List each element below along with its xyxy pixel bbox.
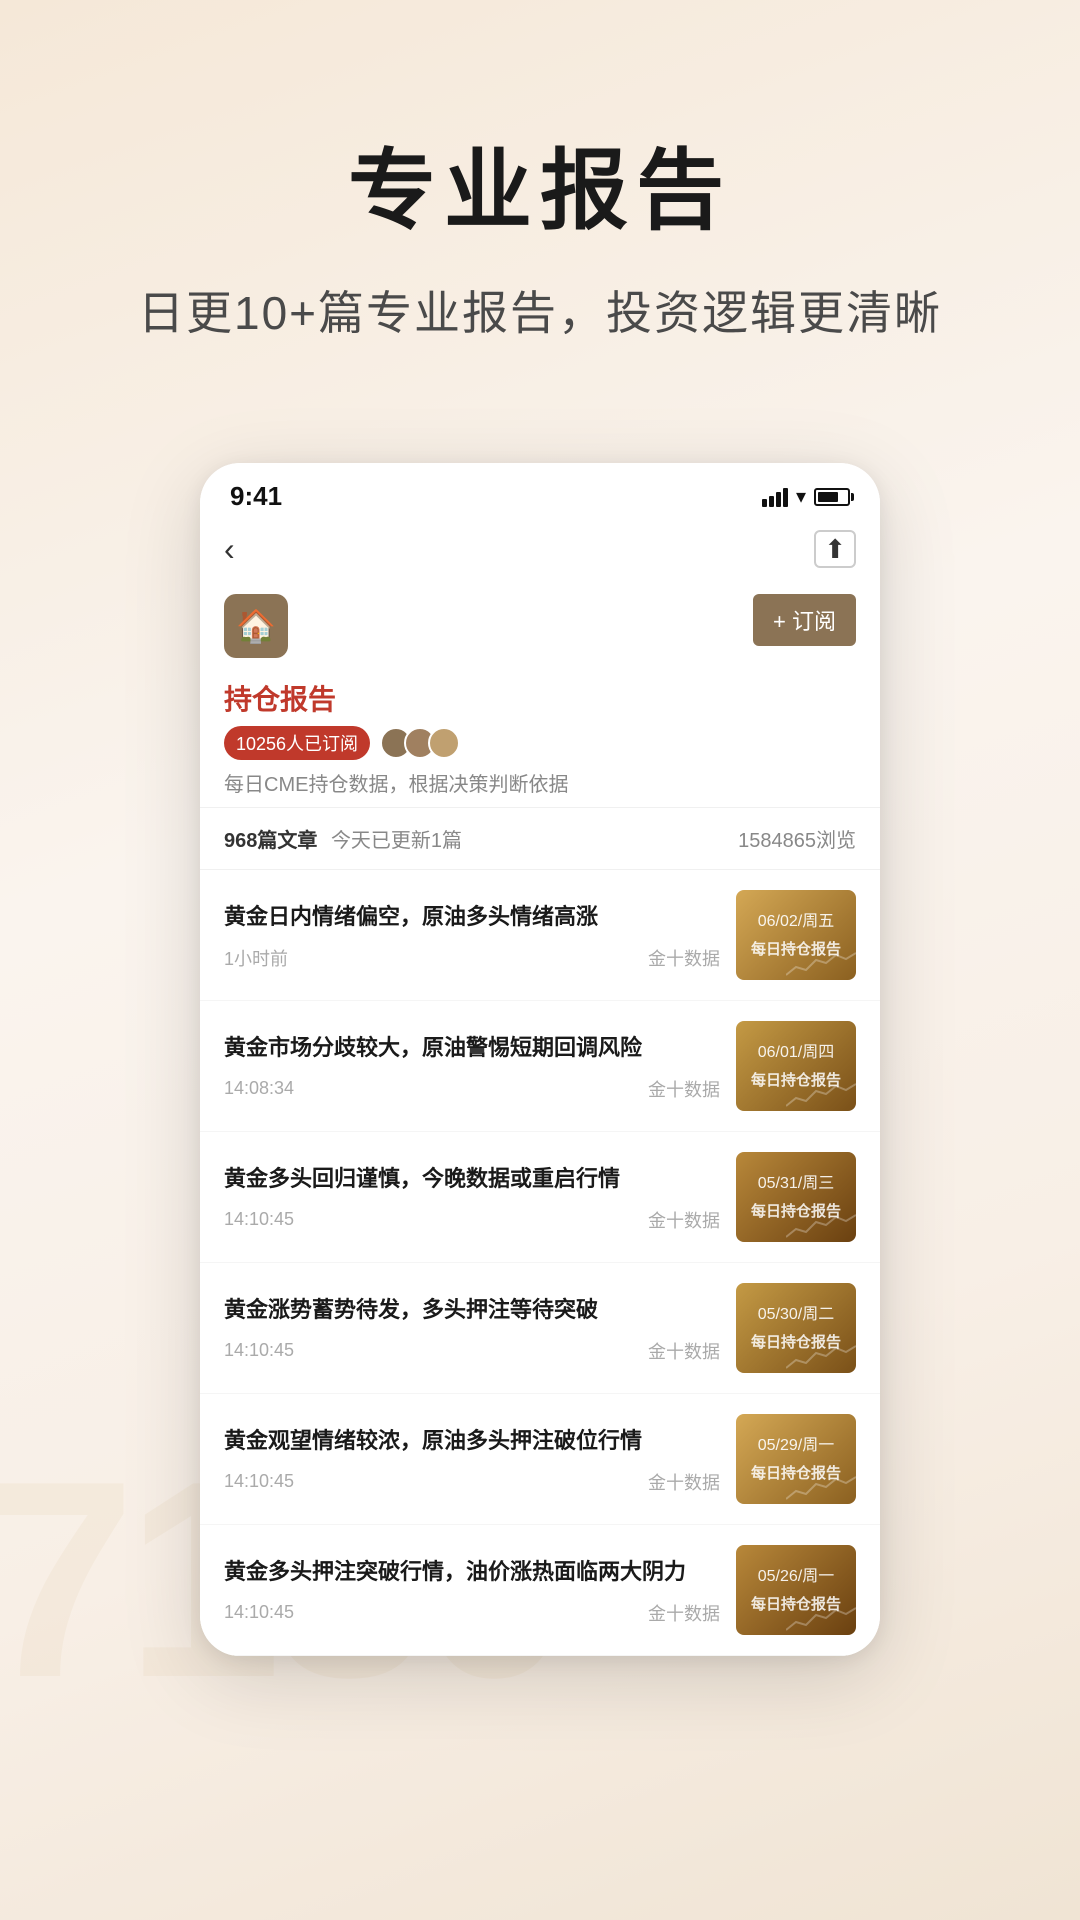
article-meta: 14:10:45 金十数据 bbox=[224, 1207, 720, 1233]
channel-desc: 每日CME持仓数据，根据决策判断依据 bbox=[224, 768, 856, 797]
article-thumbnail: 05/31/周三 每日持仓报告 bbox=[736, 1152, 856, 1242]
article-thumbnail: 05/30/周二 每日持仓报告 bbox=[736, 1283, 856, 1373]
thumb-date: 06/01/周四 bbox=[758, 1042, 835, 1064]
article-title: 黄金日内情绪偏空，原油多头情绪高涨 bbox=[224, 900, 720, 933]
battery-icon bbox=[814, 488, 850, 506]
stats-row: 968篇文章 今天已更新1篇 1584865浏览 bbox=[200, 807, 880, 870]
article-title: 黄金市场分歧较大，原油警惕短期回调风险 bbox=[224, 1031, 720, 1064]
thumb-date: 05/30/周二 bbox=[758, 1304, 835, 1326]
article-content: 黄金多头回归谨慎，今晚数据或重启行情 14:10:45 金十数据 bbox=[224, 1162, 720, 1233]
article-meta: 14:08:34 金十数据 bbox=[224, 1076, 720, 1102]
thumb-chart-icon bbox=[786, 1469, 856, 1504]
thumb-chart-icon bbox=[786, 945, 856, 980]
page-subtitle: 日更10+篇专业报告，投资逻辑更清晰 bbox=[60, 277, 1020, 343]
channel-header: 🏠 + 订阅 bbox=[200, 584, 880, 674]
article-content: 黄金多头押注突破行情，油价涨热面临两大阴力 14:10:45 金十数据 bbox=[224, 1555, 720, 1626]
status-bar: 9:41 ▾ bbox=[200, 463, 880, 522]
thumb-chart-icon bbox=[786, 1076, 856, 1111]
status-time: 9:41 bbox=[230, 481, 282, 512]
article-meta: 14:10:45 金十数据 bbox=[224, 1600, 720, 1626]
article-title: 黄金观望情绪较浓，原油多头押注破位行情 bbox=[224, 1424, 720, 1457]
status-icons: ▾ bbox=[762, 484, 850, 509]
channel-logo-icon: 🏠 bbox=[236, 607, 276, 645]
share-button[interactable]: ⬆ bbox=[814, 530, 856, 568]
article-title: 黄金多头回归谨慎，今晚数据或重启行情 bbox=[224, 1162, 720, 1195]
thumb-date: 05/29/周一 bbox=[758, 1435, 835, 1457]
article-time: 14:10:45 bbox=[224, 1209, 294, 1230]
article-time: 14:08:34 bbox=[224, 1078, 294, 1099]
thumb-date: 06/02/周五 bbox=[758, 911, 835, 933]
article-content: 黄金观望情绪较浓，原油多头押注破位行情 14:10:45 金十数据 bbox=[224, 1424, 720, 1495]
article-title: 黄金涨势蓄势待发，多头押注等待突破 bbox=[224, 1293, 720, 1326]
article-thumbnail: 06/02/周五 每日持仓报告 bbox=[736, 890, 856, 980]
back-button[interactable]: ‹ bbox=[224, 531, 235, 568]
thumb-date: 05/26/周一 bbox=[758, 1566, 835, 1588]
article-time: 1小时前 bbox=[224, 945, 288, 971]
channel-logo: 🏠 bbox=[224, 594, 288, 658]
article-item[interactable]: 黄金多头押注突破行情，油价涨热面临两大阴力 14:10:45 金十数据 05/2… bbox=[200, 1525, 880, 1656]
article-item[interactable]: 黄金多头回归谨慎，今晚数据或重启行情 14:10:45 金十数据 05/31/周… bbox=[200, 1132, 880, 1263]
article-item[interactable]: 黄金日内情绪偏空，原油多头情绪高涨 1小时前 金十数据 06/02/周五 每日持… bbox=[200, 870, 880, 1001]
stats-views: 1584865浏览 bbox=[738, 824, 856, 853]
article-count: 968篇文章 bbox=[224, 830, 317, 852]
article-item[interactable]: 黄金观望情绪较浓，原油多头押注破位行情 14:10:45 金十数据 05/29/… bbox=[200, 1394, 880, 1525]
thumb-chart-icon bbox=[786, 1600, 856, 1635]
thumb-chart-icon bbox=[786, 1338, 856, 1373]
article-source: 金十数据 bbox=[648, 945, 720, 971]
article-source: 金十数据 bbox=[648, 1076, 720, 1102]
article-list: 黄金日内情绪偏空，原油多头情绪高涨 1小时前 金十数据 06/02/周五 每日持… bbox=[200, 870, 880, 1656]
article-source: 金十数据 bbox=[648, 1600, 720, 1626]
thumb-chart-icon bbox=[786, 1207, 856, 1242]
article-meta: 1小时前 金十数据 bbox=[224, 945, 720, 971]
article-source: 金十数据 bbox=[648, 1207, 720, 1233]
article-content: 黄金涨势蓄势待发，多头押注等待突破 14:10:45 金十数据 bbox=[224, 1293, 720, 1364]
subscriber-badge: 10256人已订阅 bbox=[224, 726, 370, 760]
stats-left: 968篇文章 今天已更新1篇 bbox=[224, 824, 462, 853]
article-thumbnail: 05/29/周一 每日持仓报告 bbox=[736, 1414, 856, 1504]
article-thumbnail: 06/01/周四 每日持仓报告 bbox=[736, 1021, 856, 1111]
article-time: 14:10:45 bbox=[224, 1471, 294, 1492]
nav-bar: ‹ ⬆ bbox=[200, 522, 880, 584]
update-today: 今天已更新1篇 bbox=[331, 830, 462, 852]
channel-badge-row: 10256人已订阅 bbox=[224, 726, 856, 760]
page-title: 专业报告 bbox=[60, 120, 1020, 247]
article-content: 黄金市场分歧较大，原油警惕短期回调风险 14:08:34 金十数据 bbox=[224, 1031, 720, 1102]
article-thumbnail: 05/26/周一 每日持仓报告 bbox=[736, 1545, 856, 1635]
article-item[interactable]: 黄金涨势蓄势待发，多头押注等待突破 14:10:45 金十数据 05/30/周二… bbox=[200, 1263, 880, 1394]
signal-icon bbox=[762, 487, 788, 507]
article-content: 黄金日内情绪偏空，原油多头情绪高涨 1小时前 金十数据 bbox=[224, 900, 720, 971]
article-item[interactable]: 黄金市场分歧较大，原油警惕短期回调风险 14:08:34 金十数据 06/01/… bbox=[200, 1001, 880, 1132]
article-title: 黄金多头押注突破行情，油价涨热面临两大阴力 bbox=[224, 1555, 720, 1588]
article-time: 14:10:45 bbox=[224, 1602, 294, 1623]
thumb-date: 05/31/周三 bbox=[758, 1173, 835, 1195]
avatar bbox=[428, 727, 460, 759]
channel-info: 持仓报告 10256人已订阅 每日CME持仓数据，根据决策判断依据 bbox=[200, 674, 880, 807]
article-meta: 14:10:45 金十数据 bbox=[224, 1338, 720, 1364]
channel-name: 持仓报告 bbox=[224, 678, 856, 718]
article-time: 14:10:45 bbox=[224, 1340, 294, 1361]
article-meta: 14:10:45 金十数据 bbox=[224, 1469, 720, 1495]
subscribe-button[interactable]: + 订阅 bbox=[753, 594, 856, 646]
avatar-group bbox=[380, 727, 460, 759]
top-section: 专业报告 日更10+篇专业报告，投资逻辑更清晰 bbox=[0, 0, 1080, 403]
phone-mockup: 9:41 ▾ ‹ ⬆ 🏠 + 订阅 持仓报告 10256人已订阅 bbox=[200, 463, 880, 1656]
wifi-icon: ▾ bbox=[796, 484, 806, 509]
article-source: 金十数据 bbox=[648, 1338, 720, 1364]
article-source: 金十数据 bbox=[648, 1469, 720, 1495]
